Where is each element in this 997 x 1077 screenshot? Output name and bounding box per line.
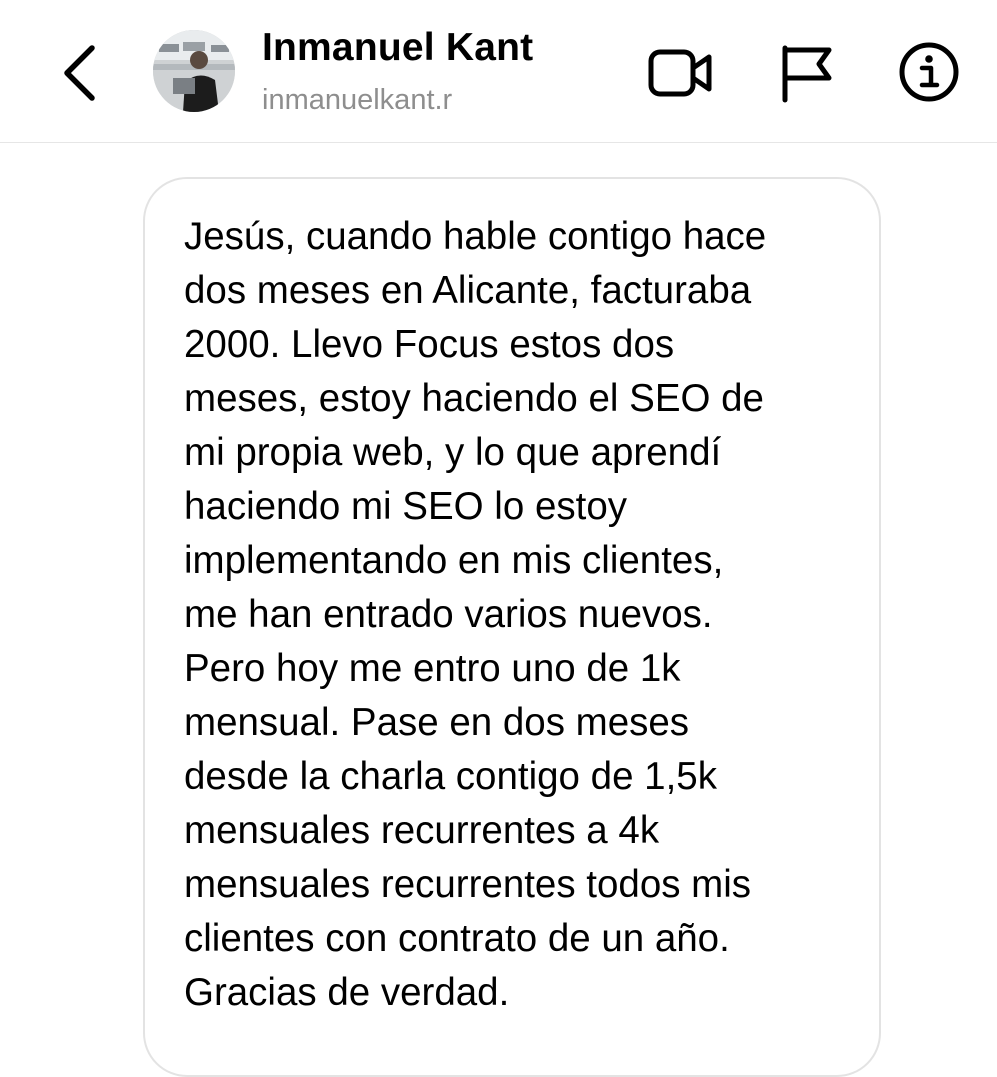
info-button[interactable] <box>895 38 963 106</box>
message-line: meses, estoy haciendo el SEO de <box>184 377 764 420</box>
report-button[interactable] <box>775 38 837 108</box>
message-line: Pero hoy me entro uno de 1k <box>184 647 681 690</box>
message-line: me han entrado varios nuevos. <box>184 593 713 636</box>
message-line: 2000. Llevo Focus estos dos <box>184 323 675 366</box>
chevron-left-icon <box>64 45 95 101</box>
message-line: Gracias de verdad. <box>184 971 510 1014</box>
flag-icon <box>782 45 832 103</box>
info-icon <box>899 42 959 102</box>
profile-photo <box>153 30 235 112</box>
video-call-button[interactable] <box>645 40 717 106</box>
video-camera-icon <box>648 49 712 97</box>
message-line: Jesús, cuando hable contigo hace <box>184 215 767 258</box>
avatar[interactable] <box>153 30 235 112</box>
message-line: haciendo mi SEO lo estoy <box>184 485 627 528</box>
contact-name: Inmanuel Kant <box>262 26 534 69</box>
contact-handle: inmanuelkant.r <box>262 84 453 116</box>
message-line: mi propia web, y lo que aprendí <box>184 431 722 474</box>
message-line: mensuales recurrentes a 4k <box>184 809 660 852</box>
back-button[interactable] <box>52 38 112 108</box>
message-line: clientes con contrato de un año. <box>184 917 730 960</box>
message-line: dos meses en Alicante, facturaba <box>184 269 752 312</box>
message-line: implementando en mis clientes, <box>184 539 724 582</box>
message-text: Jesús, cuando hable contigo hace dos mes… <box>184 210 864 1020</box>
message-line: mensuales recurrentes todos mis <box>184 863 752 906</box>
message-line: mensual. Pase en dos meses <box>184 701 690 744</box>
message-line: desde la charla contigo de 1,5k <box>184 755 717 798</box>
chat-header: Inmanuel Kant inmanuelkant.r <box>0 0 997 143</box>
